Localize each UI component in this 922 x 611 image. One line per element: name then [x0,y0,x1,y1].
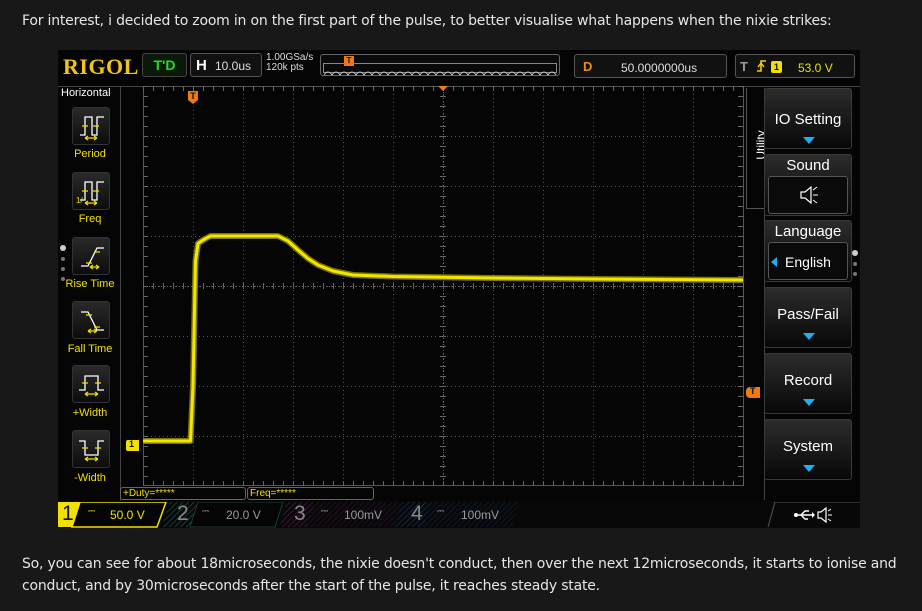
fall-time-icon [81,311,104,334]
freq-label: Freq [78,213,102,225]
trigger-box[interactable]: T 1 53.0 V [735,54,855,78]
horizontal-timebase-box[interactable]: H 10.0us [190,53,262,77]
ch3-scale: 100mV [344,508,383,522]
frequency-icon: 1/ [76,181,104,206]
period-button[interactable] [72,107,110,145]
delay-value: 50.0000000us [621,61,698,75]
measurement-duty[interactable]: +Duty=***** [120,487,246,500]
measurement-freq[interactable]: Freq=***** [247,487,374,500]
ch3-number: 3 [294,502,306,525]
language-label: Language [774,223,842,240]
usb-icon [794,510,815,520]
ch4-scale: 100mV [461,508,500,522]
positive-width-icon [79,375,104,397]
submenu-arrow-icon [803,137,815,144]
horizontal-letter: H [196,57,207,74]
rise-time-icon [81,247,104,270]
ch1-scale: 50.0 V [110,508,145,522]
submenu-arrow-icon [803,399,815,406]
status-area [767,502,860,528]
system-label: System [782,438,833,455]
ch1-number: 1 [62,502,74,525]
positive-width-label: +Width [72,407,108,419]
negative-width-label: -Width [74,472,106,484]
pass-fail-button[interactable]: Pass/Fail [764,287,852,348]
delay-box[interactable]: D 50.0000000us [574,54,727,78]
measure-menu: Horizontal Period 1/ Freq Rise Time Fall… [58,87,121,501]
trigger-source: 1 [771,61,782,73]
sound-value-box [768,176,848,214]
waveform-display[interactable]: T [143,86,744,486]
center-time-marker [438,86,448,91]
ch1-tab[interactable]: 1 ⎓ 50.0 V [58,502,166,526]
memory-depth: 120k pts [266,62,304,73]
period-label: Period [74,148,106,160]
record-label: Record [783,372,833,389]
pass-fail-label: Pass/Fail [777,306,839,323]
record-button[interactable]: Record [764,353,852,414]
submenu-arrow-icon [803,333,815,340]
graticule [143,86,744,486]
submenu-arrow-icon [803,465,815,472]
freq-button[interactable]: 1/ [72,172,110,210]
speaker-muted-icon [800,185,818,205]
ch1-coupling-icon: ⎓ [88,506,96,516]
trigger-position-label: T [190,91,196,101]
oscilloscope-screenshot: RIGOL T'D H 10.0us 1.00GSa/s 120k pts T … [58,50,860,528]
memory-overview[interactable]: T [320,54,560,76]
ch4-number: 4 [411,502,423,525]
period-icon [80,116,104,141]
rigol-logo: RIGOL [63,54,139,79]
trigger-level-marker[interactable]: T [746,386,760,398]
io-setting-label: IO Setting [774,111,842,128]
intro-paragraph: For interest, i decided to zoom in on th… [22,13,832,29]
negative-width-icon [79,440,104,462]
memory-waveform-window [323,63,557,76]
acquisition-info: 1.00GSa/s 120k pts [266,53,313,73]
language-select[interactable]: English [768,242,848,280]
system-button[interactable]: System [764,419,852,480]
ch4-coupling-icon: ⎓ [437,506,445,516]
measure-menu-title: Horizontal [61,87,111,99]
negative-width-button[interactable] [72,430,110,468]
page-indicator-right [852,250,858,282]
timebase-value: 10.0us [215,59,252,73]
trigger-level-marker-label: T [750,386,756,396]
language-value: English [785,254,831,270]
ch1-offset-label: 1 [129,439,135,449]
language-button[interactable]: Language English [764,220,852,282]
rise-time-button[interactable] [72,237,110,275]
ch3-coupling-icon: ⎓ [321,506,329,516]
rise-time-label: Rise Time [65,278,115,290]
speaker-muted-icon [817,506,832,524]
ch2-coupling-icon: ⎓ [202,506,210,516]
ch2-scale: 20.0 V [226,508,261,522]
rising-edge-icon [756,58,768,77]
positive-width-button[interactable] [72,365,110,403]
ch4-tab[interactable]: 4 ⎓ 100mV [403,502,515,526]
ch1-offset-marker[interactable]: 1 [126,439,139,451]
run-state-indicator[interactable]: T'D [142,53,187,77]
ch2-tab[interactable]: 2 ⎓ 20.0 V [170,502,282,526]
ch2-number: 2 [177,502,189,525]
run-state-label: T'D [153,57,176,73]
outro-paragraph: So, you can see for about 18microseconds… [22,556,897,594]
trigger-position-marker[interactable]: T [188,91,198,104]
delay-letter: D [583,59,593,74]
trigger-level: 53.0 V [798,61,833,75]
fall-time-label: Fall Time [67,343,113,355]
sound-button[interactable]: Sound [764,154,852,216]
memory-wave-icon [323,71,557,76]
sound-label: Sound [786,157,830,174]
io-setting-button[interactable]: IO Setting [764,88,852,149]
ch3-tab[interactable]: 3 ⎓ 100mV [287,502,399,526]
trigger-letter: T [740,59,748,74]
svg-text:1/: 1/ [76,196,83,205]
fall-time-button[interactable] [72,301,110,339]
